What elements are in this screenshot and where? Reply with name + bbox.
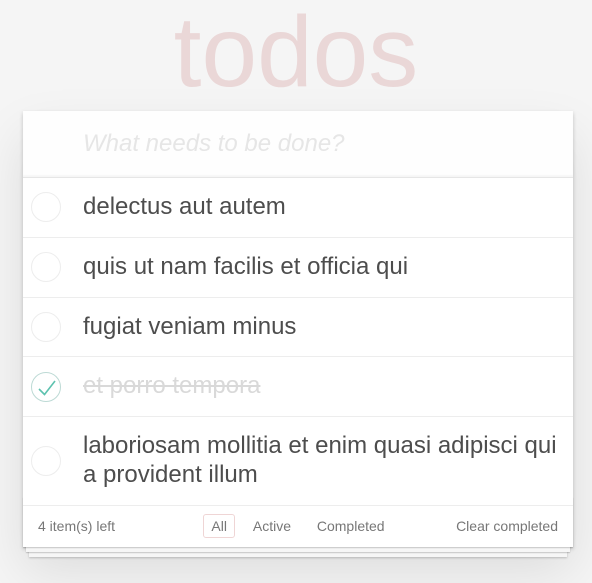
todo-item[interactable]: et porro tempora xyxy=(23,357,573,418)
todo-item[interactable]: laboriosam mollitia et enim quasi adipis… xyxy=(23,417,573,506)
todo-list: delectus aut autem quis ut nam facilis e… xyxy=(23,177,573,506)
app-title: todos xyxy=(173,0,419,108)
check-icon xyxy=(38,380,56,396)
todo-footer: 4 item(s) left All Active Completed Clea… xyxy=(23,506,573,547)
clear-completed-button[interactable]: Clear completed xyxy=(456,518,558,534)
todo-item[interactable]: delectus aut autem xyxy=(23,178,573,238)
todo-item[interactable]: fugiat veniam minus xyxy=(23,298,573,358)
new-todo-input[interactable] xyxy=(23,111,573,177)
todo-toggle[interactable] xyxy=(31,252,61,283)
todo-label[interactable]: fugiat veniam minus xyxy=(23,298,311,357)
todo-label[interactable]: laboriosam mollitia et enim quasi adipis… xyxy=(23,417,573,505)
filter-completed[interactable]: Completed xyxy=(309,514,393,538)
todo-toggle[interactable] xyxy=(31,311,61,342)
todo-toggle[interactable] xyxy=(31,371,61,402)
todo-label[interactable]: delectus aut autem xyxy=(23,178,301,237)
filter-active[interactable]: Active xyxy=(245,514,299,538)
todo-label[interactable]: quis ut nam facilis et officia qui xyxy=(23,238,423,297)
todo-app: delectus aut autem quis ut nam facilis e… xyxy=(23,111,573,547)
todo-toggle[interactable] xyxy=(31,445,61,476)
todo-item[interactable]: quis ut nam facilis et officia qui xyxy=(23,238,573,298)
items-left-count: 4 item(s) left xyxy=(38,518,116,535)
filter-all[interactable]: All xyxy=(203,514,235,539)
